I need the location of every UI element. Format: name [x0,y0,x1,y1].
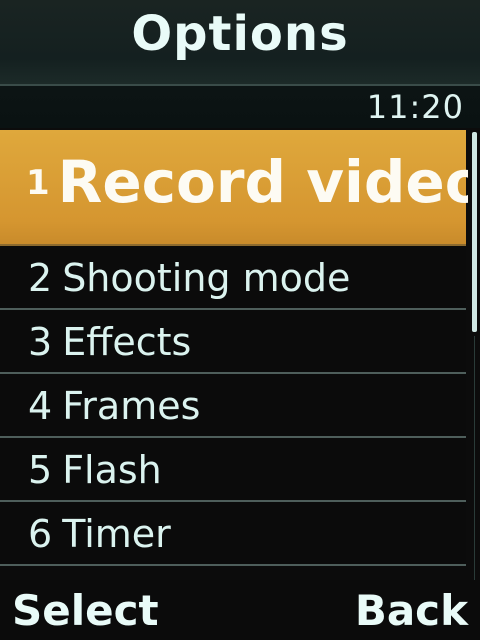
phone-screen: Options 11:20 1 Record video 2 Shooting mo… [0,0,480,640]
back-softkey[interactable]: Back [355,586,468,635]
menu-item-number: 5 [28,448,53,492]
menu-item-shooting-mode[interactable]: 2 Shooting mode [0,246,466,310]
menu-item-number: 4 [28,384,53,428]
menu-item-number: 3 [28,320,53,364]
title-bar: Options [0,0,480,86]
menu-item-label: Timer [62,512,171,556]
menu-item-label: Shooting mode [62,256,351,300]
select-softkey[interactable]: Select [12,586,159,635]
menu-item-effects[interactable]: 3 Effects [0,310,466,374]
menu-item-label: Flash [62,448,162,492]
menu-item-flash[interactable]: 5 Flash [0,438,466,502]
menu-item-number: 1 [26,163,50,203]
options-menu: 1 Record video 2 Shooting mode 3 Effects 4F… [0,130,480,566]
scrollbar-thumb[interactable] [472,132,477,332]
menu-item-label: Frames [62,384,201,428]
status-bar: 11:20 [0,86,480,128]
menu-item-label: Record video [57,148,480,216]
softkey-bar: Select Back [0,580,480,640]
scrollbar[interactable] [468,130,480,588]
menu-item-frames[interactable]: 4 Frames [0,374,466,438]
clock: 11:20 [366,88,464,126]
menu-item-record-video[interactable]: 1 Record video [0,130,480,246]
menu-item-number: 2 [28,256,53,300]
menu-item-number: 6 [28,512,53,556]
page-title: Options [131,6,349,62]
menu-item-timer[interactable]: 6 Timer [0,502,466,566]
scrollbar-track [474,336,475,586]
menu-item-label: Effects [62,320,192,364]
